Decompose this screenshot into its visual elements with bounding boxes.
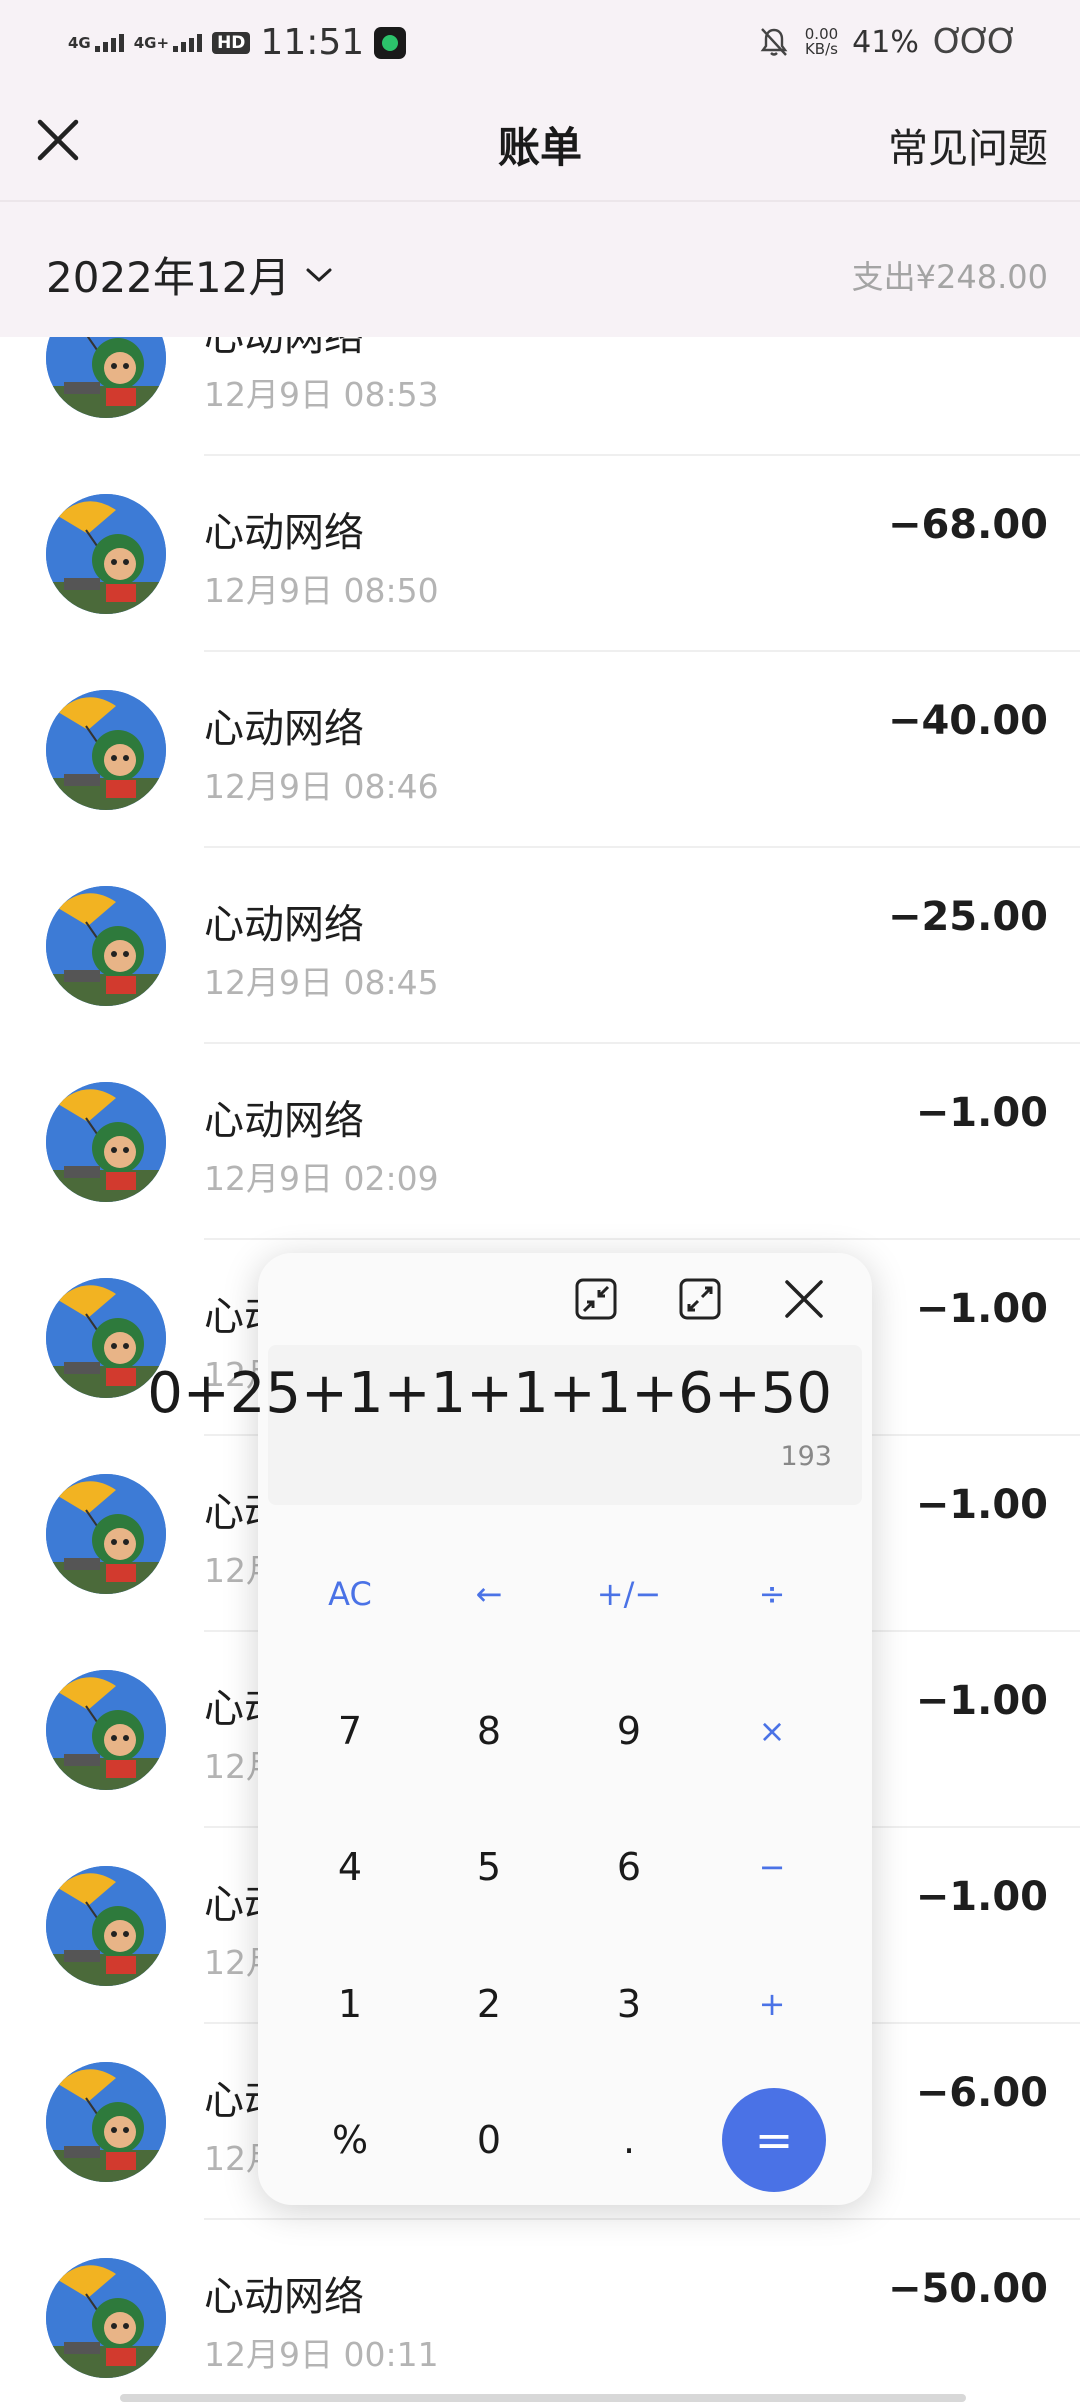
home-indicator <box>120 2394 966 2402</box>
transaction-time: 12月9日 02:09 <box>204 1159 439 1198</box>
expense-summary: 支出¥248.00 <box>851 258 1048 296</box>
key-sign[interactable]: +/− <box>569 1539 689 1649</box>
faq-link[interactable]: 常见问题 <box>888 116 1048 174</box>
signal-icon: 4G <box>68 33 124 52</box>
merchant-avatar <box>46 2062 166 2182</box>
maximize-window-icon[interactable] <box>676 1275 724 1323</box>
close-calculator-icon[interactable] <box>780 1275 828 1323</box>
status-right: 0.00 KB/s 41% ƠƠƠ <box>757 22 1018 62</box>
key-0[interactable]: 0 <box>429 2085 549 2195</box>
list-item[interactable]: 心动网络 12月9日 00:11 −50.00 <box>0 2220 1080 2408</box>
merchant-name: 心动网络 <box>204 2274 364 2320</box>
network-indicators: 4G 4G+ HD 11:51 <box>68 22 407 63</box>
chevron-down-icon <box>306 268 332 281</box>
list-item[interactable]: 心动网络 12月9日 08:46 −40.00 <box>0 652 1080 848</box>
top-bar: 4G 4G+ HD 11:51 0.00 KB/s 41% ƠƠƠ 账单 常见问… <box>0 0 1080 337</box>
transaction-amount: −6.00 <box>915 2070 1048 2116</box>
transaction-amount: −68.00 <box>887 502 1048 548</box>
merchant-avatar <box>46 1866 166 1986</box>
app-notification-icon <box>374 26 407 59</box>
key-5[interactable]: 5 <box>429 1812 549 1922</box>
transaction-time: 12月9日 08:53 <box>204 375 439 414</box>
merchant-name: 心动网络 <box>204 510 364 556</box>
month-label: 2022年12月 <box>46 253 291 302</box>
status-bar: 4G 4G+ HD 11:51 0.00 KB/s 41% ƠƠƠ <box>0 0 1080 82</box>
hd-icon: HD <box>212 31 251 54</box>
transaction-amount: −1.00 <box>915 1678 1048 1724</box>
list-item[interactable]: 心动网络 12月9日 08:45 −25.00 <box>0 848 1080 1044</box>
transaction-amount: −25.00 <box>887 894 1048 940</box>
net-speed-unit: KB/s <box>804 40 838 58</box>
key-2[interactable]: 2 <box>429 1949 549 2059</box>
result-text: 193 <box>780 1441 832 1472</box>
key-plus[interactable]: + <box>712 1949 832 2059</box>
calculator-toolbar <box>572 1275 828 1323</box>
merchant-avatar <box>46 1474 166 1594</box>
key-4[interactable]: 4 <box>290 1812 410 1922</box>
month-bar: 2022年12月 支出¥248.00 <box>0 204 1080 337</box>
month-selector[interactable]: 2022年12月 <box>46 244 334 305</box>
transaction-time: 12月9日 08:50 <box>204 571 439 610</box>
key-divide[interactable]: ÷ <box>712 1539 832 1649</box>
key-minus[interactable]: − <box>712 1812 832 1922</box>
transaction-amount: −40.00 <box>887 698 1048 744</box>
net-speed: 0.00 KB/s <box>805 27 838 57</box>
nav-bar: 账单 常见问题 <box>0 82 1080 202</box>
battery-icon: ƠƠƠ <box>932 22 1018 62</box>
status-time: 11:51 <box>260 22 365 63</box>
merchant-avatar <box>46 690 166 810</box>
merchant-avatar <box>46 494 166 614</box>
mute-bell-icon <box>760 28 788 56</box>
key-percent[interactable]: % <box>290 2085 410 2195</box>
battery-percent: 41% <box>852 24 919 60</box>
transaction-amount: −1.00 <box>915 1090 1048 1136</box>
key-7[interactable]: 7 <box>290 1676 410 1786</box>
merchant-avatar <box>46 1670 166 1790</box>
transaction-time: 12月9日 08:45 <box>204 963 439 1002</box>
calculator-window[interactable]: 0+25+1+1+1+1+6+50 193 AC ← +/− ÷ 7 8 9 ×… <box>147 1253 872 2205</box>
key-backspace[interactable]: ← <box>429 1539 549 1649</box>
transaction-amount: −1.00 <box>915 1874 1048 1920</box>
transaction-amount: −1.00 <box>915 1482 1048 1528</box>
key-3[interactable]: 3 <box>569 1949 689 2059</box>
minimize-window-icon[interactable] <box>572 1275 620 1323</box>
calculator-display: 0+25+1+1+1+1+6+50 193 <box>147 1345 862 1505</box>
merchant-avatar <box>46 1082 166 1202</box>
transaction-time: 12月9日 08:46 <box>204 767 439 806</box>
list-item[interactable]: 心动网络 12月9日 02:09 −1.00 <box>0 1044 1080 1240</box>
key-8[interactable]: 8 <box>429 1676 549 1786</box>
key-1[interactable]: 1 <box>290 1949 410 2059</box>
key-multiply[interactable]: × <box>712 1676 832 1786</box>
key-equals[interactable]: = <box>722 2088 826 2192</box>
key-ac[interactable]: AC <box>290 1539 410 1649</box>
network-type-label: 4G <box>68 33 91 52</box>
merchant-name: 心动网络 <box>204 706 364 752</box>
key-dot[interactable]: . <box>569 2085 689 2195</box>
expression-text: 0+25+1+1+1+1+6+50 <box>147 1361 832 1426</box>
merchant-name: 心动网络 <box>204 1098 364 1144</box>
merchant-avatar <box>46 886 166 1006</box>
list-item[interactable]: 心动网络 12月9日 08:50 −68.00 <box>0 456 1080 652</box>
transaction-time: 12月9日 00:11 <box>204 2335 439 2374</box>
signal-icon-2: 4G+ <box>133 33 203 52</box>
key-9[interactable]: 9 <box>569 1676 689 1786</box>
network-type-label-2: 4G+ <box>133 33 170 52</box>
merchant-name: 心动网络 <box>204 902 364 948</box>
transaction-amount: −50.00 <box>887 2266 1048 2312</box>
transaction-amount: −1.00 <box>915 1286 1048 1332</box>
key-6[interactable]: 6 <box>569 1812 689 1922</box>
merchant-avatar <box>46 2258 166 2378</box>
